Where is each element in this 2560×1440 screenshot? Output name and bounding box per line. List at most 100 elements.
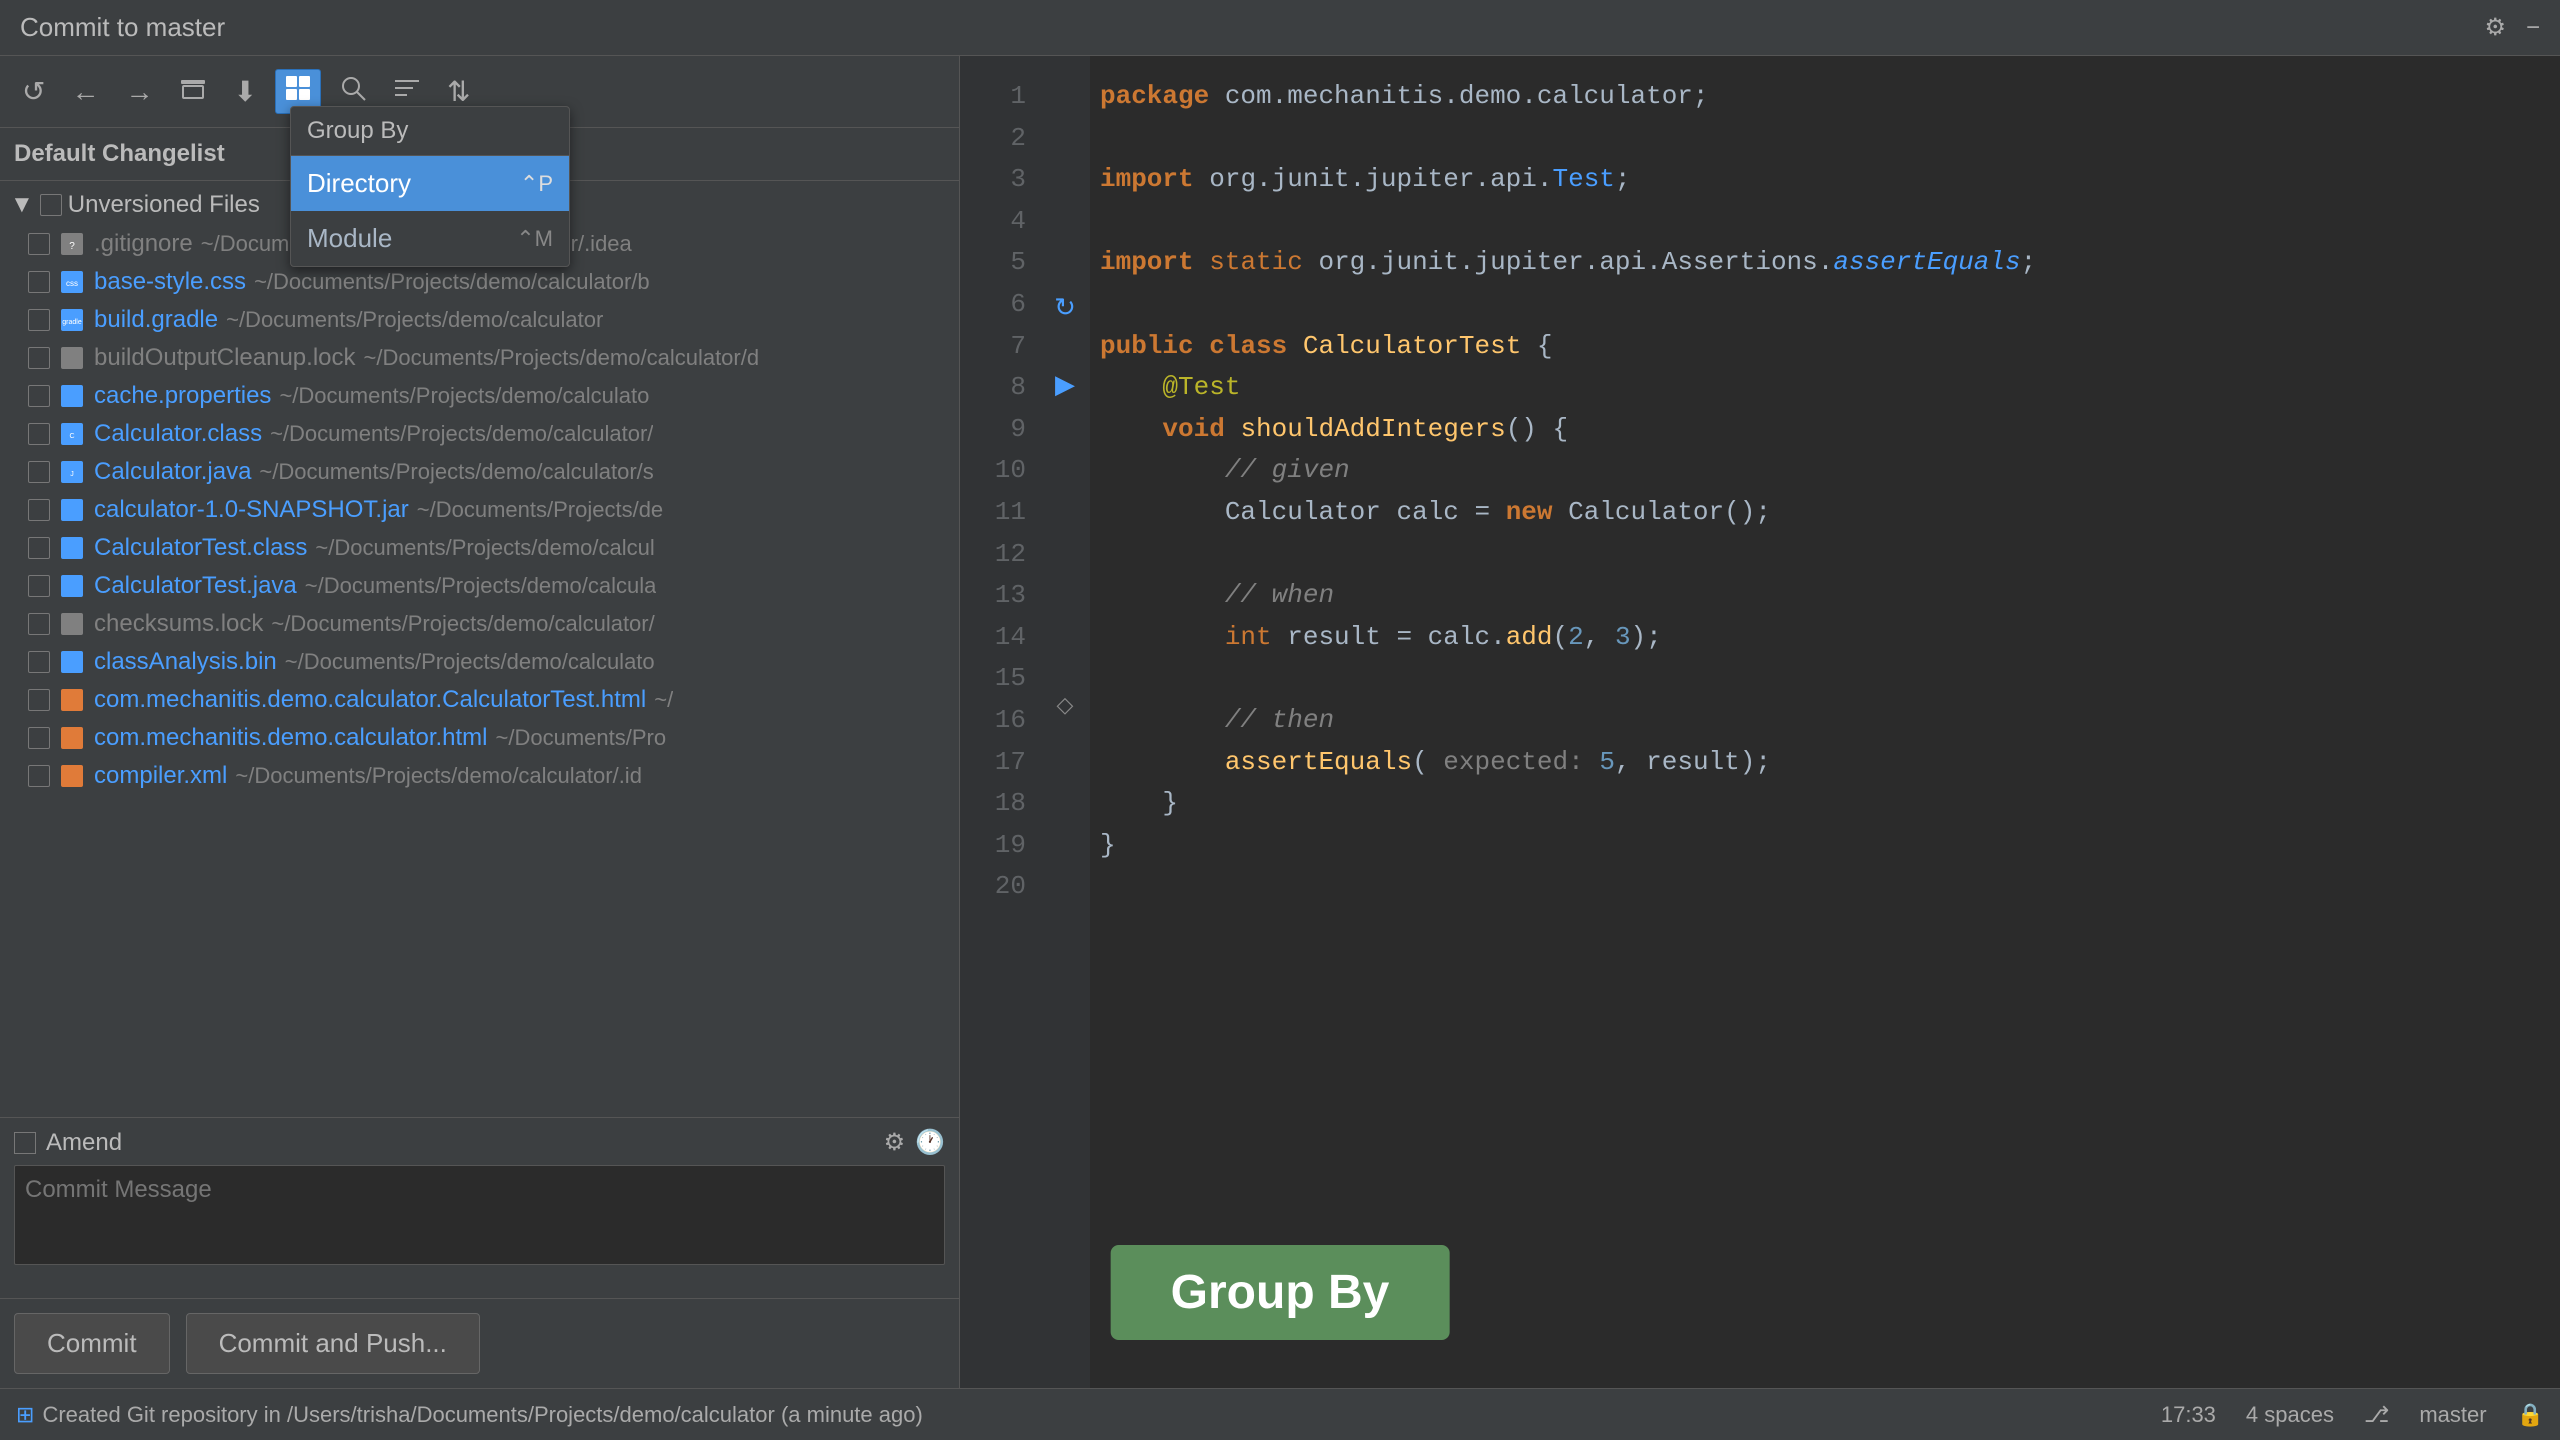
file-checkbox[interactable]	[28, 233, 50, 255]
file-type-icon	[58, 496, 86, 524]
commit-buttons: Commit Commit and Push...	[0, 1298, 959, 1388]
file-checkbox[interactable]	[28, 689, 50, 711]
file-item-jar[interactable]: calculator-1.0-SNAPSHOT.jar ~/Documents/…	[0, 491, 959, 529]
commit-button[interactable]: Commit	[14, 1313, 170, 1374]
file-type-icon: css	[58, 268, 86, 296]
file-item-gradle[interactable]: gradle build.gradle ~/Documents/Projects…	[0, 301, 959, 339]
file-type-icon: gradle	[58, 306, 86, 334]
file-item-lock2[interactable]: checksums.lock ~/Documents/Projects/demo…	[0, 605, 959, 643]
branch-name[interactable]: master	[2419, 1402, 2486, 1428]
right-panel: 1 2 3 4 5 6 7 8 9 10 11 12 13 14 15 16 1	[960, 56, 2560, 1388]
amend-checkbox[interactable]	[14, 1132, 36, 1154]
file-item-class1[interactable]: C Calculator.class ~/Documents/Projects/…	[0, 415, 959, 453]
commit-message-input[interactable]	[14, 1165, 945, 1265]
group-by-module-label: Module	[307, 223, 392, 254]
amend-settings-icon[interactable]: ⚙	[884, 1128, 906, 1157]
spaces-info[interactable]: 4 spaces	[2246, 1402, 2334, 1428]
file-name: CalculatorTest.java	[94, 572, 297, 600]
back-button[interactable]: ←	[63, 72, 107, 112]
section-expand-icon[interactable]: ▼	[10, 191, 34, 219]
file-name: CalculatorTest.class	[94, 534, 307, 562]
forward-button[interactable]: →	[117, 72, 161, 112]
file-path: ~/Documents/Projects/demo/calculato	[279, 383, 649, 409]
file-checkbox[interactable]	[28, 271, 50, 293]
file-path: ~/Documents/Projects/demo/calculator	[226, 307, 603, 333]
content-area: ↺ ← → ⬇	[0, 56, 2560, 1388]
file-path: ~/Documents/Projects/demo/calculator/	[271, 611, 654, 637]
file-name: classAnalysis.bin	[94, 648, 277, 676]
file-item-java2[interactable]: CalculatorTest.java ~/Documents/Projects…	[0, 567, 959, 605]
file-checkbox[interactable]	[28, 385, 50, 407]
settings-icon[interactable]: ⚙	[2484, 13, 2506, 42]
lock-icon: 🔒	[2517, 1402, 2544, 1428]
module-shortcut: ⌃M	[516, 226, 553, 252]
file-checkbox[interactable]	[28, 309, 50, 331]
amend-row: Amend ⚙ 🕐	[14, 1128, 945, 1157]
amend-clock-icon[interactable]: 🕐	[915, 1128, 945, 1157]
file-type-icon: C	[58, 420, 86, 448]
file-item-html2[interactable]: com.mechanitis.demo.calculator.html ~/Do…	[0, 719, 959, 757]
file-item-class2[interactable]: CalculatorTest.class ~/Documents/Project…	[0, 529, 959, 567]
commit-and-push-button[interactable]: Commit and Push...	[186, 1313, 480, 1374]
refresh-button[interactable]: ↺	[14, 71, 53, 112]
left-toolbar: ↺ ← → ⬇	[0, 56, 959, 128]
file-checkbox[interactable]	[28, 727, 50, 749]
update-button[interactable]: ⬇	[225, 71, 264, 112]
file-checkbox[interactable]	[28, 613, 50, 635]
file-path: ~/Documents/Projects/demo/calculator/	[270, 421, 653, 447]
group-by-directory[interactable]: Directory ⌃P	[291, 156, 569, 211]
file-name: Calculator.java	[94, 458, 251, 486]
file-name: base-style.css	[94, 268, 246, 296]
minimize-icon[interactable]: −	[2526, 14, 2540, 42]
gutter-line-18: ◇	[1057, 687, 1074, 722]
section-checkbox[interactable]	[40, 194, 62, 216]
svg-text:css: css	[66, 279, 78, 288]
file-type-icon	[58, 762, 86, 790]
amend-icons: ⚙ 🕐	[884, 1128, 945, 1157]
file-path: ~/Documents/Projects/demo/calcul	[315, 535, 654, 561]
file-checkbox[interactable]	[28, 575, 50, 597]
group-by-dropdown: Group By Directory ⌃P Module ⌃M	[290, 106, 570, 267]
file-checkbox[interactable]	[28, 347, 50, 369]
svg-text:C: C	[69, 433, 74, 440]
svg-text:J: J	[70, 471, 74, 478]
file-path: ~/Documents/Projects/demo/calcula	[305, 573, 657, 599]
file-type-icon	[58, 344, 86, 372]
file-checkbox[interactable]	[28, 537, 50, 559]
group-by-dropdown-header: Group By	[291, 107, 569, 156]
group-by-module[interactable]: Module ⌃M	[291, 211, 569, 266]
line-numbers: 1 2 3 4 5 6 7 8 9 10 11 12 13 14 15 16 1	[960, 56, 1040, 1388]
file-checkbox[interactable]	[28, 423, 50, 445]
editor-area: 1 2 3 4 5 6 7 8 9 10 11 12 13 14 15 16 1	[960, 56, 2560, 1388]
file-checkbox[interactable]	[28, 765, 50, 787]
file-path: ~/Documents/Projects/demo/calculator/b	[254, 269, 650, 295]
gutter-line-7[interactable]: ↻	[1054, 287, 1076, 329]
file-path: ~/Documents/Pro	[496, 725, 667, 751]
file-path: ~/Documents/Projects/demo/calculator/d	[364, 345, 760, 371]
gutter-line-9[interactable]: ▶	[1055, 364, 1075, 406]
file-checkbox[interactable]	[28, 651, 50, 673]
title-bar: Commit to master ⚙ −	[0, 0, 2560, 56]
shelve-button[interactable]	[171, 70, 215, 113]
file-checkbox[interactable]	[28, 461, 50, 483]
file-item-java1[interactable]: J Calculator.java ~/Documents/Projects/d…	[0, 453, 959, 491]
file-type-icon	[58, 534, 86, 562]
status-bar-right: 17:33 4 spaces ⎇ master 🔒	[2161, 1402, 2544, 1428]
file-item-bin[interactable]: classAnalysis.bin ~/Documents/Projects/d…	[0, 643, 959, 681]
file-item-xml[interactable]: compiler.xml ~/Documents/Projects/demo/c…	[0, 757, 959, 795]
branch-icon: ⎇	[2364, 1402, 2389, 1428]
code-content: package com.mechanitis.demo.calculator; …	[1090, 56, 2560, 1388]
file-item-lock1[interactable]: buildOutputCleanup.lock ~/Documents/Proj…	[0, 339, 959, 377]
file-item-html1[interactable]: com.mechanitis.demo.calculator.Calculato…	[0, 681, 959, 719]
git-icon: ⊞	[16, 1402, 34, 1428]
cursor-position[interactable]: 17:33	[2161, 1402, 2216, 1428]
status-bar: ⊞ Created Git repository in /Users/trish…	[0, 1388, 2560, 1440]
file-item-css[interactable]: css base-style.css ~/Documents/Projects/…	[0, 263, 959, 301]
file-checkbox[interactable]	[28, 499, 50, 521]
file-name: compiler.xml	[94, 762, 227, 790]
file-path: ~/Documents/Projects/demo/calculator/s	[259, 459, 653, 485]
file-list: ▼ Unversioned Files ? .gitignore ~/Docum…	[0, 181, 959, 1117]
file-item-properties[interactable]: cache.properties ~/Documents/Projects/de…	[0, 377, 959, 415]
svg-text:?: ?	[69, 241, 75, 252]
section-label: Unversioned Files	[68, 191, 260, 219]
